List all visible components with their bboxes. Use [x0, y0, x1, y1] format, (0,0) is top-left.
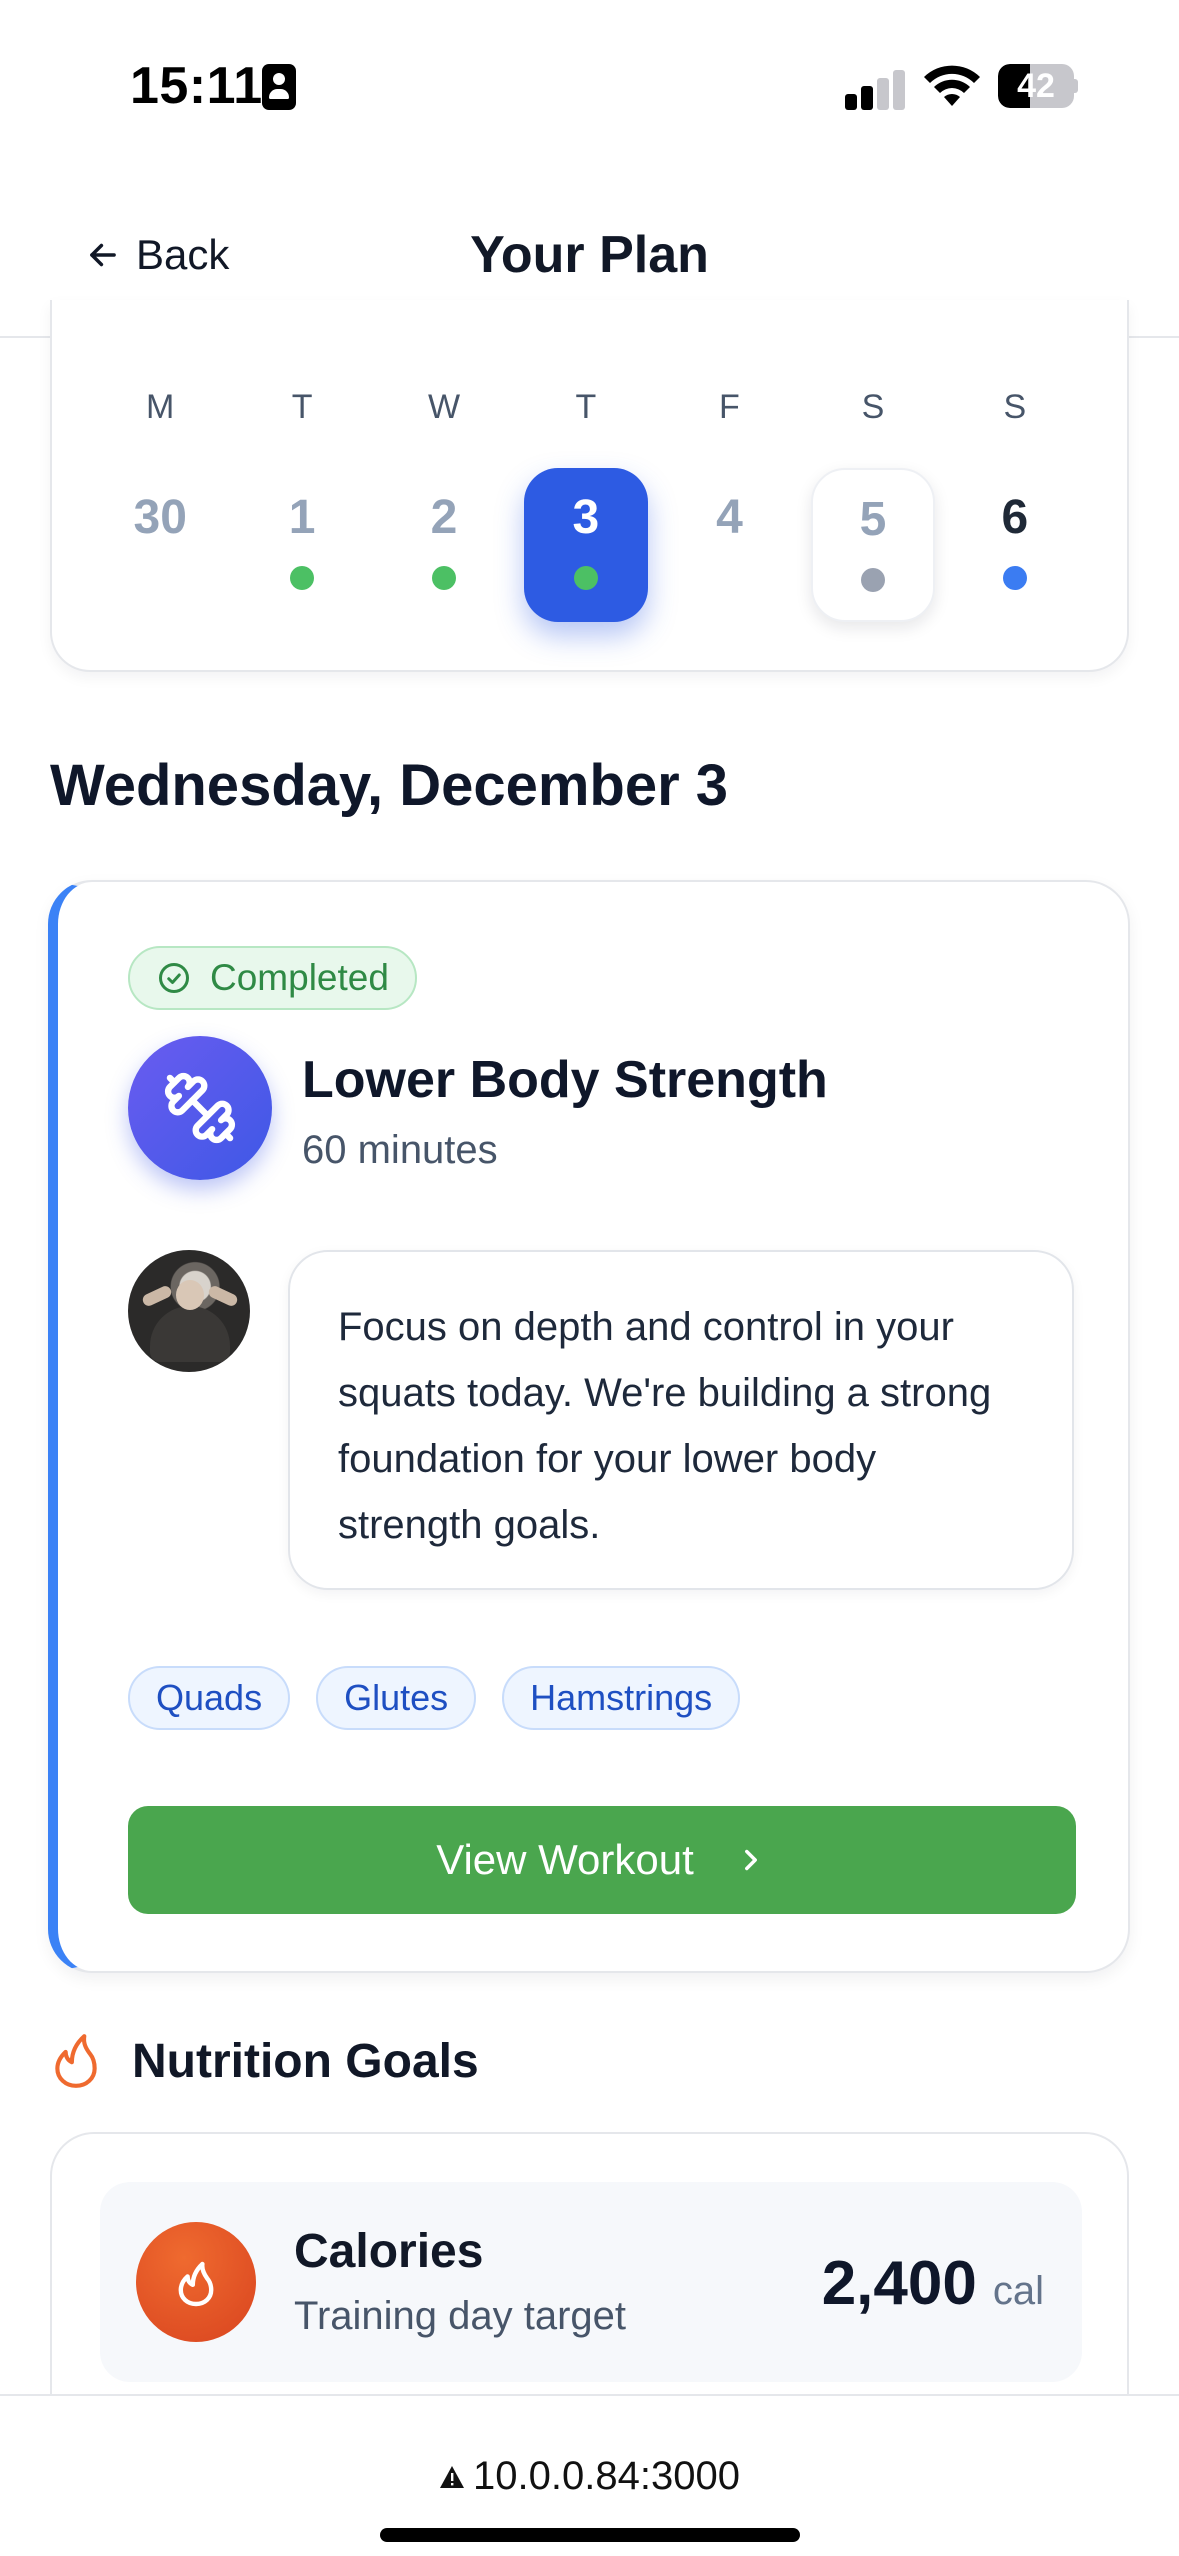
- calories-badge: [136, 2222, 256, 2342]
- muscle-tag: Quads: [128, 1666, 291, 1730]
- status-time: 15:11: [130, 57, 263, 115]
- cellular-signal-icon: [845, 70, 907, 110]
- calories-unit: cal: [992, 2269, 1044, 2313]
- date-heading: Wednesday, December 3: [50, 753, 729, 818]
- nutrition-header: Nutrition Goals: [50, 2028, 479, 2094]
- calendar-day-number: 3: [572, 491, 600, 544]
- calendar-day-number: 30: [133, 491, 187, 544]
- calendar-day-status-dot: [432, 566, 456, 590]
- chevron-right-icon: [744, 1849, 757, 1871]
- calories-row: Calories Training day target 2,400 cal: [100, 2182, 1082, 2382]
- status-bar: 15:11 42: [0, 0, 1179, 175]
- view-workout-button[interactable]: View Workout: [128, 1806, 1076, 1914]
- dumbbell-icon: [165, 1073, 235, 1144]
- url-bar[interactable]: 10.0.0.84:3000: [0, 2454, 1179, 2499]
- weekday-letter: W: [427, 388, 461, 426]
- calendar-day-3[interactable]: 3: [523, 468, 648, 622]
- coach-message: Focus on depth and control in your squat…: [288, 1250, 1074, 1590]
- calories-subtitle: Training day target: [294, 2294, 627, 2338]
- calendar-day-30[interactable]: 30: [98, 468, 222, 622]
- calories-number: 2,400: [821, 2249, 977, 2318]
- calories-value: 2,400 cal: [822, 2248, 1044, 2319]
- muscle-tag: Glutes: [316, 1666, 477, 1730]
- view-workout-label: View Workout: [436, 1836, 694, 1883]
- battery-percent: 42: [1017, 67, 1055, 105]
- week-calendar: M 30 T 1 W 2 T 3 F 4 S 5 S 6: [50, 300, 1129, 672]
- calendar-day-number: 4: [716, 491, 743, 544]
- calendar-day-2[interactable]: 2: [382, 468, 506, 622]
- calendar-day-number: 6: [1001, 491, 1029, 544]
- completed-badge: Completed: [128, 946, 417, 1010]
- workout-type-avatar: [128, 1036, 272, 1180]
- weekday-letter: S: [861, 388, 885, 426]
- workout-title: Lower Body Strength: [302, 1051, 828, 1109]
- calendar-day-status-dot: [573, 566, 598, 590]
- calendar-day-status-dot: [1002, 566, 1027, 590]
- completed-label: Completed: [210, 957, 389, 998]
- calendar-day-status-dot: [290, 566, 315, 590]
- weekday-letter: F: [719, 388, 740, 426]
- flame-icon: [55, 2034, 97, 2088]
- warning-icon: [440, 2465, 465, 2488]
- flame-icon: [178, 2261, 214, 2307]
- workout-card[interactable]: Completed Lower Body Strength 60 minutes…: [48, 880, 1130, 1973]
- calendar-day-status-dot: [860, 568, 885, 592]
- weekday-letter: S: [1003, 388, 1027, 426]
- muscle-tags: Quads Glutes Hamstrings: [128, 1666, 741, 1730]
- calendar-day-5[interactable]: 5: [810, 468, 935, 622]
- home-indicator[interactable]: [380, 2528, 800, 2542]
- calories-label: Calories: [294, 2225, 484, 2278]
- calendar-day-1[interactable]: 1: [240, 468, 364, 622]
- page-title: Your Plan: [470, 226, 709, 284]
- check-circle-icon: [159, 963, 189, 993]
- url-text: 10.0.0.84:3000: [473, 2454, 740, 2498]
- muscle-tag: Hamstrings: [502, 1666, 741, 1730]
- weekday-letter: M: [146, 388, 175, 426]
- weekday-letter: T: [575, 388, 597, 426]
- browser-bottom-bar: 10.0.0.84:3000: [0, 2394, 1179, 2556]
- calendar-day-number: 5: [859, 493, 887, 546]
- contact-card-icon: [262, 64, 296, 110]
- calendar-day-4[interactable]: 4: [667, 468, 791, 622]
- calendar-day-number: 2: [430, 491, 458, 544]
- battery-icon: 42: [998, 64, 1078, 108]
- coach-avatar: [128, 1250, 250, 1372]
- calendar-day-6[interactable]: 6: [953, 468, 1077, 622]
- nutrition-title: Nutrition Goals: [132, 2034, 479, 2088]
- workout-duration: 60 minutes: [302, 1128, 498, 1172]
- calendar-day-number: 1: [288, 491, 316, 544]
- wifi-icon: [924, 65, 980, 106]
- weekday-letter: T: [291, 388, 313, 426]
